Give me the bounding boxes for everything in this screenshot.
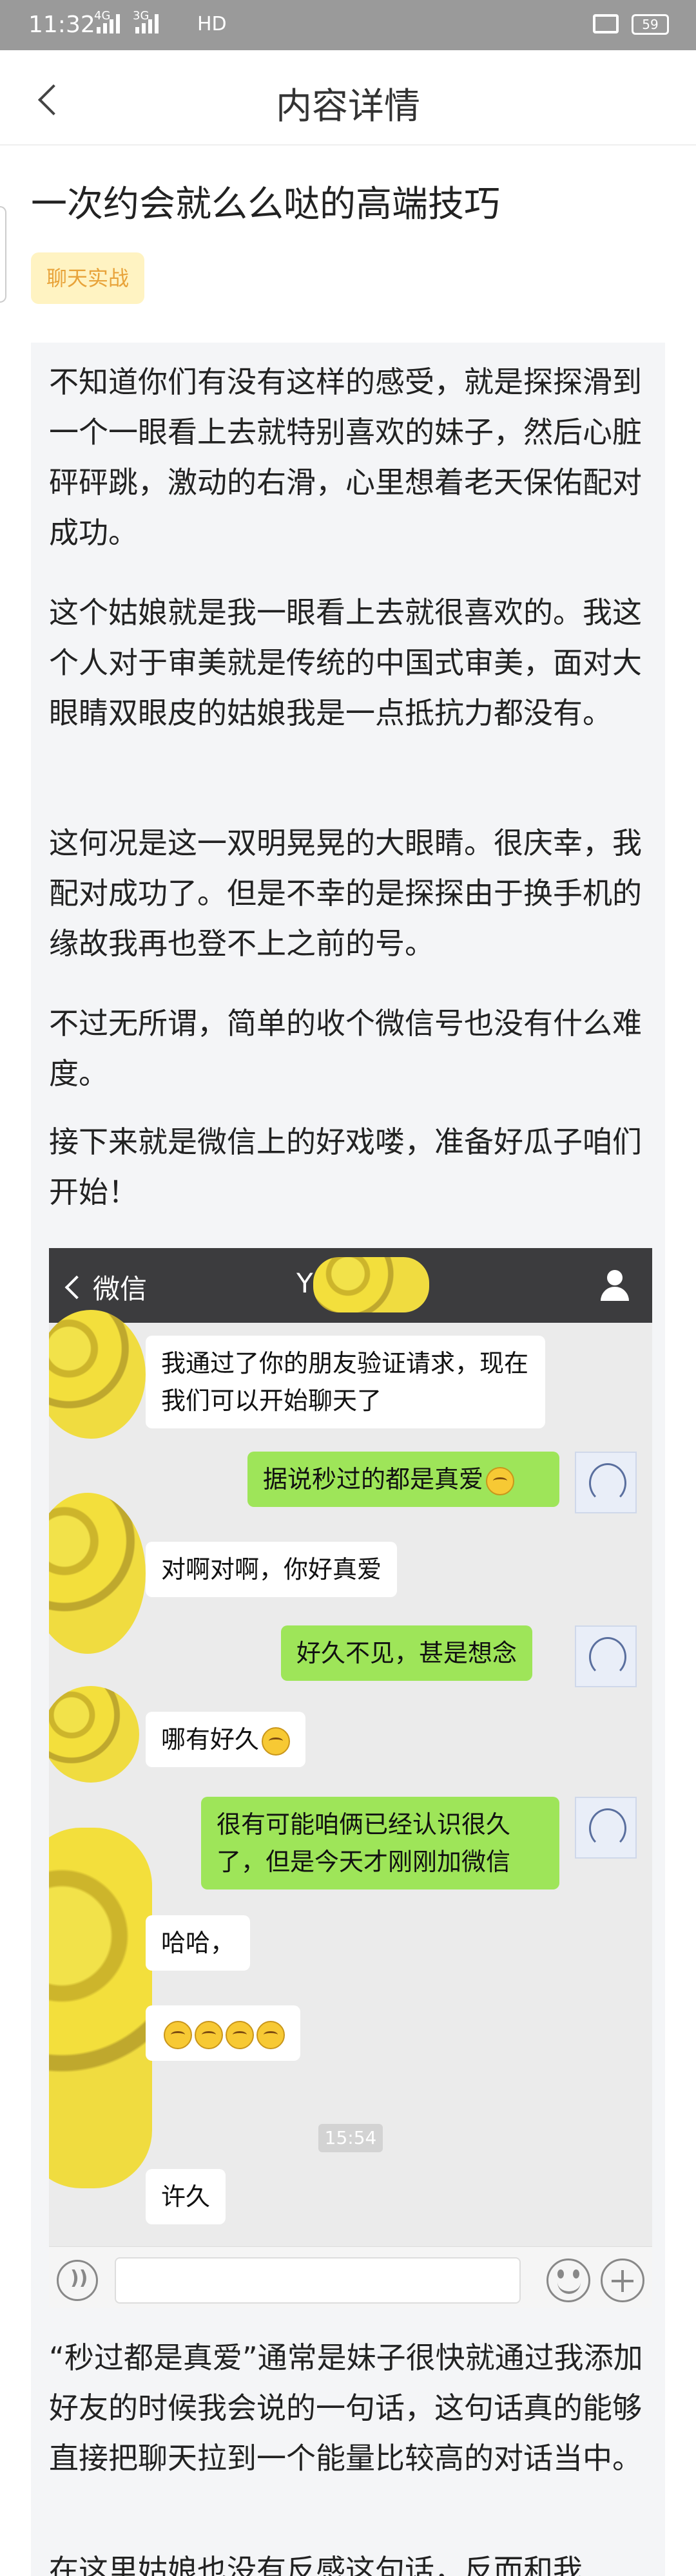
emoji-icon [256, 2020, 285, 2049]
chat-bubble-text: 哪有好久 [161, 1725, 260, 1754]
blurred-name-mask [313, 1257, 429, 1312]
page-title: 内容详情 [276, 86, 420, 128]
chat-bubble-sent: 据说秒过的都是真爱 [247, 1452, 559, 1507]
time-divider: 15:54 [318, 2124, 383, 2152]
paragraph: 不知道你们有没有这样的感受，就是探探滑到一个一眼看上去就特别喜欢的妹子，然后心脏… [49, 365, 642, 550]
chat-bubble-emoji [146, 2005, 300, 2061]
battery-icon: 59 [632, 14, 669, 35]
my-avatar [575, 1625, 637, 1687]
blurred-avatar [49, 1310, 146, 1439]
blurred-avatar [49, 1493, 146, 1654]
emoji-icon [164, 2020, 192, 2049]
signal-icon-2 [135, 13, 159, 33]
user-icon [597, 1267, 633, 1303]
emoji-icon [195, 2020, 223, 2049]
my-avatar [575, 1797, 637, 1859]
article-title: 一次约会就么么哒的高端技巧 [31, 184, 500, 225]
blurred-avatar [49, 1686, 139, 1783]
chat-bubble-received: 对啊对啊，你好真爱 [146, 1542, 398, 1597]
status-time: 11:32 [28, 12, 95, 38]
chat-bubble-received: 哪有好久 [146, 1712, 306, 1767]
chat-bubble-sent: 很有可能咱俩已经认识很久了，但是今天才刚刚加微信 [201, 1797, 559, 1889]
plus-icon [601, 2259, 644, 2302]
paragraph: 这个姑娘就是我一眼看上去就很喜欢的。我这个人对于审美就是传统的中国式审美，面对大… [49, 595, 642, 730]
paragraph: 接下来就是微信上的好戏喽，准备好瓜子咱们开始！ [49, 1124, 642, 1209]
emoji-icon [226, 2020, 254, 2049]
blurred-avatar [49, 1828, 152, 2188]
my-avatar [575, 1452, 637, 1513]
chat-topbar: 微信 Y [49, 1248, 652, 1323]
chat-bubble-sent: 好久不见，甚是想念 [281, 1625, 533, 1681]
chat-bubble-received: 我通过了你的朋友验证请求，现在我们可以开始聊天了 [146, 1336, 545, 1428]
chat-screenshot-image: 微信 Y 我通过了你的朋友验证请求，现在我们可以开始聊天了 据说秒过的都是真爱 … [49, 1248, 652, 2308]
chat-contact-name: Y [296, 1267, 313, 1299]
paragraph: 这何况是这一双明晃晃的大眼睛。很庆幸，我配对成功了。但是不幸的是探探由于换手机的… [49, 826, 642, 961]
chat-input-bar [49, 2246, 652, 2308]
chat-bubble-received: 哈哈， [146, 1915, 251, 1971]
chat-back: 微信 [64, 1267, 148, 1307]
emoji-icon [486, 1466, 515, 1495]
signal-icon [97, 13, 120, 33]
chevron-left-icon [64, 1275, 89, 1299]
chat-bubble-text: 据说秒过的都是真爱 [263, 1465, 484, 1493]
paragraph: 在这里姑娘也没有反感这句话，反而和我 [49, 2553, 583, 2576]
wifi-hd-label: HD [197, 13, 227, 35]
voice-icon [57, 2260, 98, 2301]
cast-icon [593, 14, 619, 33]
side-handle[interactable] [0, 206, 6, 303]
chat-back-label: 微信 [93, 1273, 148, 1305]
smiley-icon [546, 2259, 590, 2302]
emoji-icon [262, 1727, 291, 1756]
paragraph: 不过无所谓，简单的收个微信号也没有什么难度。 [49, 1006, 642, 1091]
article-body: 不知道你们有没有这样的感受，就是探探滑到一个一眼看上去就特别喜欢的妹子，然后心脏… [31, 343, 665, 2576]
status-bar: 11:32 4G 3G HD 59 [0, 0, 696, 50]
category-tag[interactable]: 聊天实战 [31, 252, 145, 304]
paragraph: “秒过都是真爱”通常是妹子很快就通过我添加好友的时候我会说的一句话，这句话真的能… [49, 2340, 643, 2476]
chat-bubble-received: 许久 [146, 2169, 226, 2224]
app-header: 内容详情 [0, 50, 696, 146]
chat-text-input [115, 2257, 521, 2304]
